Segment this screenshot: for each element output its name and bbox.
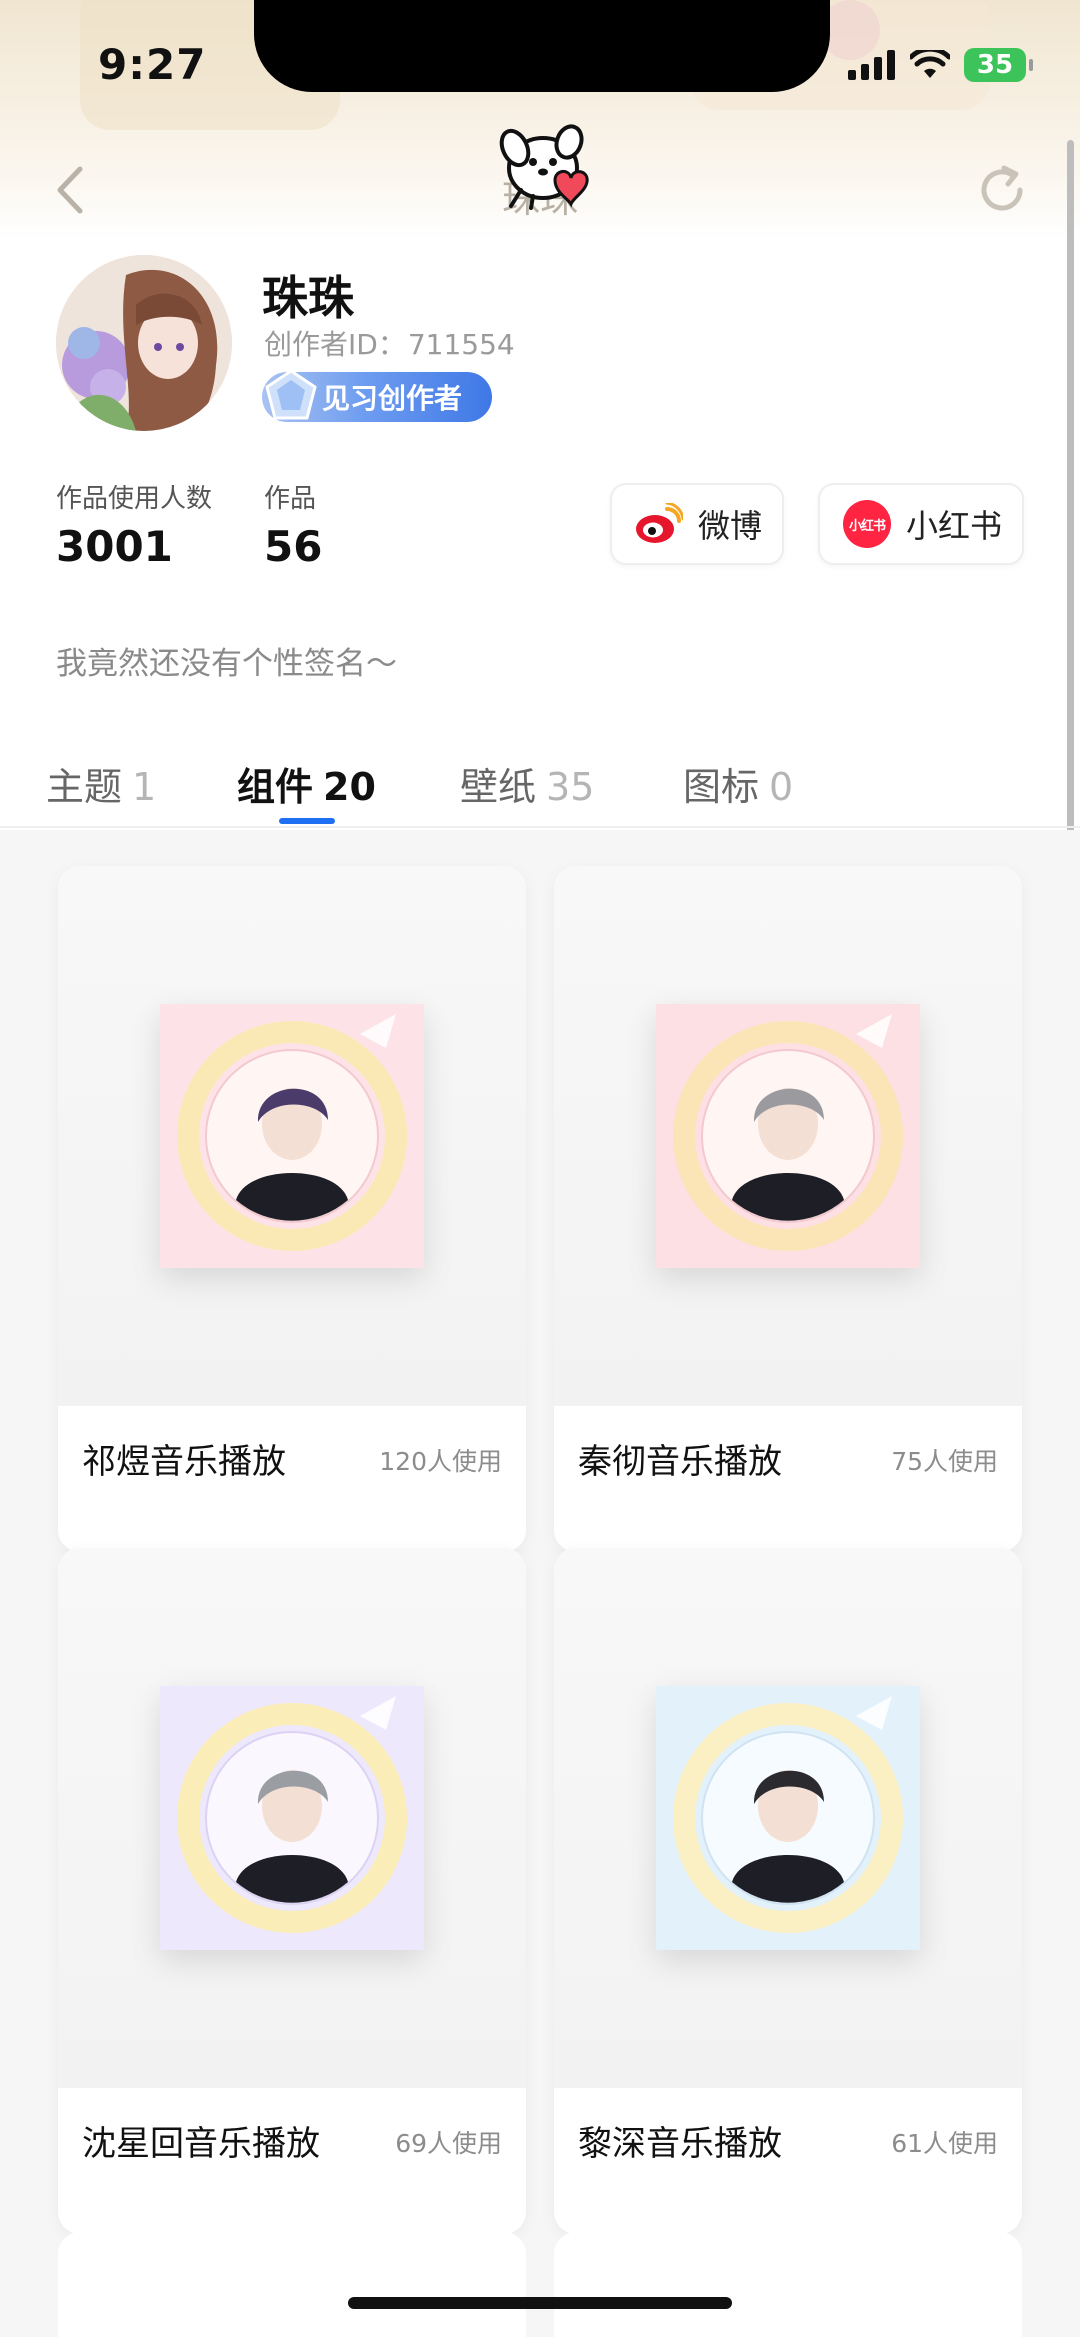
device-notch	[254, 0, 830, 92]
status-icons: 35	[848, 48, 1033, 82]
widget-preview	[554, 1548, 1022, 2088]
tab-widgets[interactable]: 组件 20	[237, 756, 376, 811]
widget-card-partial[interactable]	[554, 2232, 1022, 2337]
widget-thumbnail	[160, 1004, 424, 1268]
weibo-button[interactable]: 微博	[610, 483, 784, 565]
cellular-signal-icon	[848, 50, 895, 80]
refresh-icon[interactable]	[974, 162, 1030, 218]
active-tab-indicator	[279, 818, 335, 824]
stat-works-value: 56	[264, 522, 323, 571]
xiaohongshu-icon: 小红书	[842, 499, 892, 549]
stat-works-label: 作品	[264, 484, 317, 514]
stat-users-value: 3001	[56, 522, 173, 571]
wifi-icon	[910, 50, 950, 78]
widget-preview	[58, 1548, 526, 2088]
widget-thumbnail	[656, 1686, 920, 1950]
tab-themes[interactable]: 主题 1	[46, 756, 156, 811]
widget-card-partial[interactable]	[58, 2232, 526, 2337]
tab-icons[interactable]: 图标 0	[683, 756, 793, 811]
widget-card[interactable]: 沈星回音乐播放 69人使用	[58, 1548, 526, 2234]
weibo-label: 微博	[698, 507, 763, 545]
widget-title: 沈星回音乐播放	[82, 2124, 320, 2164]
widget-title: 祁煜音乐播放	[82, 1442, 286, 1482]
creator-level-badge[interactable]: 见习创作者	[262, 369, 492, 422]
xiaohongshu-label: 小红书	[906, 507, 1003, 545]
widget-use-count: 61人使用	[891, 2129, 998, 2158]
widget-thumbnail	[160, 1686, 424, 1950]
profile-name: 珠珠	[262, 271, 354, 325]
widget-use-count: 75人使用	[891, 1447, 998, 1476]
diamond-icon	[265, 369, 317, 420]
avatar[interactable]	[56, 255, 232, 431]
widget-preview	[554, 866, 1022, 1406]
creator-id-label: 创作者ID：	[264, 328, 406, 361]
creator-id: 创作者ID：711554	[262, 323, 515, 363]
widget-preview	[58, 866, 526, 1406]
home-indicator[interactable]	[348, 2297, 732, 2309]
badge-label: 见习创作者	[322, 382, 463, 415]
status-time: 9:27	[98, 40, 207, 89]
weibo-icon	[634, 499, 684, 549]
stat-users-label: 作品使用人数	[56, 484, 213, 514]
widget-title: 秦彻音乐播放	[578, 1442, 782, 1482]
tab-wallpapers[interactable]: 壁纸 35	[460, 756, 594, 811]
widget-title: 黎深音乐播放	[578, 2124, 782, 2164]
widget-card[interactable]: 黎深音乐播放 61人使用	[554, 1548, 1022, 2234]
dog-mascot-icon	[499, 124, 589, 210]
widget-use-count: 120人使用	[379, 1447, 502, 1476]
widget-card[interactable]: 秦彻音乐播放 75人使用	[554, 866, 1022, 1552]
battery-icon: 35	[964, 48, 1033, 82]
avatar-illustration	[56, 255, 232, 431]
signature: 我竟然还没有个性签名～	[56, 646, 397, 682]
xiaohongshu-button[interactable]: 小红书 小红书	[818, 483, 1024, 565]
widget-use-count: 69人使用	[395, 2129, 502, 2158]
creator-id-value: 711554	[407, 328, 515, 361]
widget-thumbnail	[656, 1004, 920, 1268]
widget-card[interactable]: 祁煜音乐播放 120人使用	[58, 866, 526, 1552]
content-tabs: 主题 1 组件 20 壁纸 35 图标 0	[0, 752, 1080, 828]
